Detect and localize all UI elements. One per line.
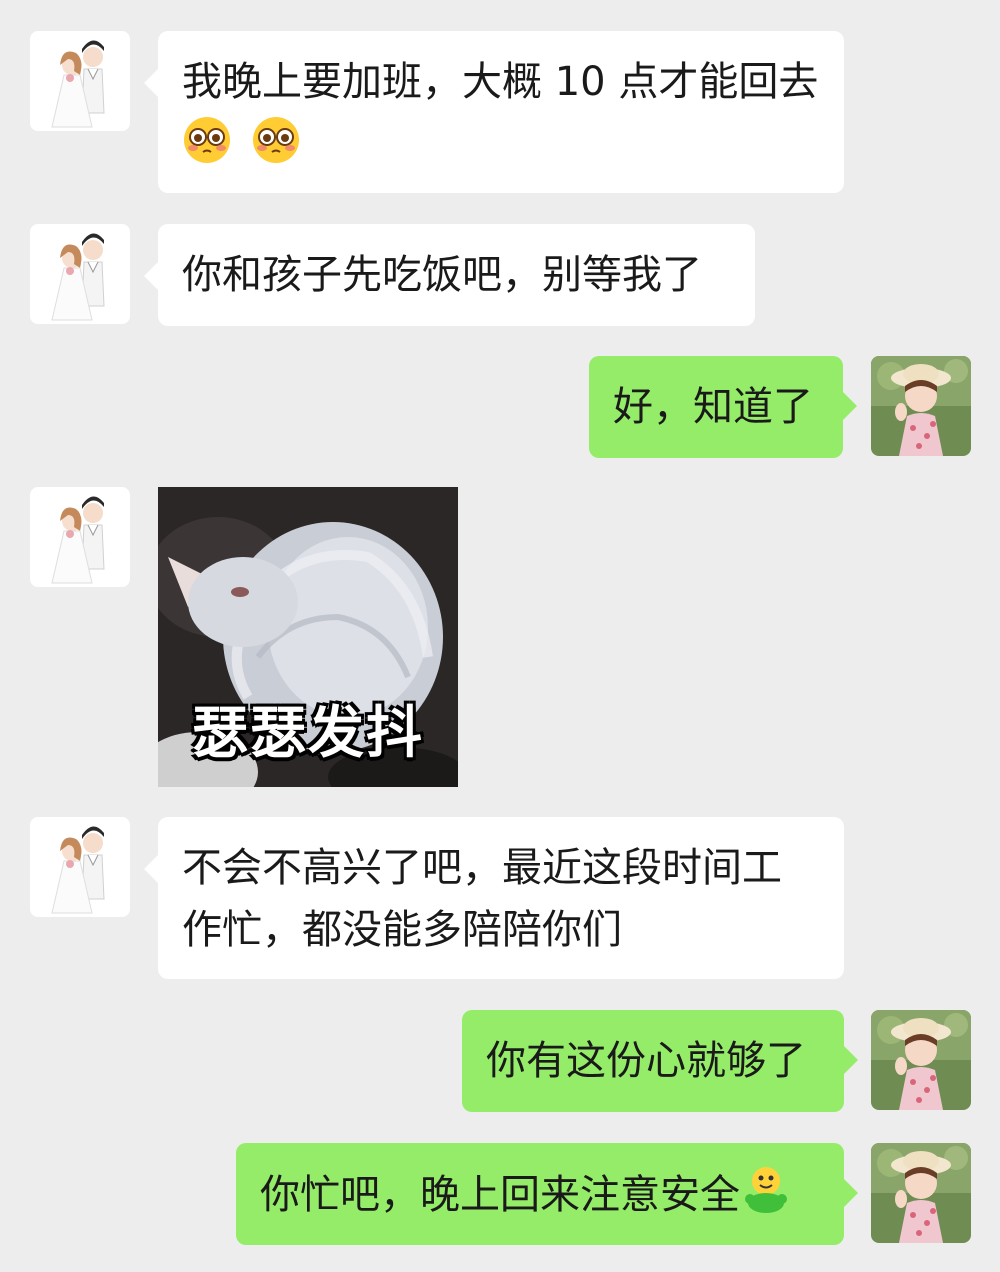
green-smiley-icon	[742, 1163, 790, 1231]
flushed-face-icon	[182, 115, 232, 183]
message-text: 我晚上要加班，大概 10 点才能回去	[182, 59, 819, 105]
message-text-line: 作忙，都没能多陪陪你们	[182, 907, 622, 953]
message-text: 你忙吧，晚上回来注意安全	[260, 1172, 740, 1218]
emoji-row	[182, 115, 820, 171]
contact-avatar[interactable]	[30, 224, 130, 324]
message-text: 你和孩子先吃饭吧，别等我了	[182, 252, 702, 298]
my-avatar[interactable]	[871, 356, 971, 456]
my-avatar[interactable]	[871, 1143, 971, 1243]
contact-avatar[interactable]	[30, 487, 130, 587]
message-text: 你有这份心就够了	[486, 1038, 806, 1084]
my-avatar[interactable]	[871, 1010, 971, 1110]
flushed-face-icon	[251, 115, 301, 183]
message-bubble[interactable]: 你和孩子先吃饭吧，别等我了	[144, 224, 755, 326]
contact-avatar[interactable]	[30, 31, 130, 131]
message-bubble[interactable]: 你忙吧，晚上回来注意安全	[236, 1143, 858, 1245]
contact-avatar[interactable]	[30, 817, 130, 917]
sticker-caption: 瑟瑟发抖	[192, 701, 424, 766]
message-bubble[interactable]: 不会不高兴了吧，最近这段时间工 作忙，都没能多陪陪你们	[144, 817, 844, 979]
sticker-image[interactable]: 瑟瑟发抖	[158, 487, 458, 787]
message-bubble[interactable]: 我晚上要加班，大概 10 点才能回去	[144, 31, 844, 193]
message-text: 好，知道了	[613, 384, 813, 430]
message-bubble[interactable]: 好，知道了	[589, 356, 857, 458]
message-text-line: 不会不高兴了吧，最近这段时间工	[182, 845, 782, 891]
message-bubble[interactable]: 你有这份心就够了	[462, 1010, 858, 1112]
